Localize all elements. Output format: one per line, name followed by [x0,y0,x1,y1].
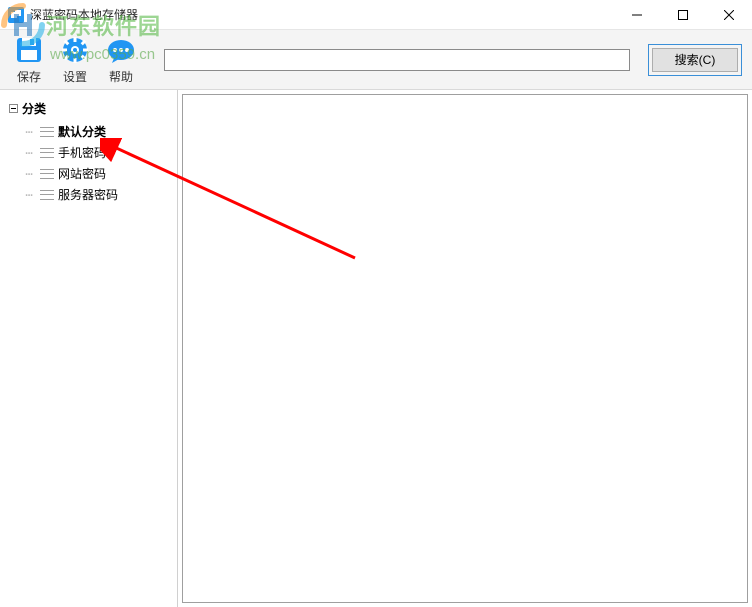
sidebar: 分类 ⋯ 默认分类 ⋯ 手机密码 ⋯ 网站密码 [0,90,178,607]
help-button[interactable]: 帮助 [98,32,144,88]
save-icon [13,34,45,66]
gear-icon [59,34,91,66]
maximize-button[interactable] [660,0,706,30]
save-label: 保存 [17,68,41,85]
category-tree: 分类 ⋯ 默认分类 ⋯ 手机密码 ⋯ 网站密码 [0,98,177,205]
window-title: 深蓝密码本地存储器 [30,6,138,23]
tree-branch-icon: ⋯ [22,188,36,202]
content-list[interactable] [182,94,748,603]
list-icon [40,147,54,159]
settings-button[interactable]: 设置 [52,32,98,88]
tree-item-label: 默认分类 [58,123,106,140]
search-button[interactable]: 搜索(C) [652,48,738,72]
tree-item-label: 网站密码 [58,165,106,182]
save-button[interactable]: 保存 [6,32,52,88]
titlebar: 深蓝密码本地存储器 [0,0,752,30]
tree-item-label: 手机密码 [58,144,106,161]
list-icon [40,168,54,180]
main-area: 分类 ⋯ 默认分类 ⋯ 手机密码 ⋯ 网站密码 [0,90,752,607]
help-icon [105,34,137,66]
tree-branch-icon: ⋯ [22,167,36,181]
tree-branch-icon: ⋯ [22,146,36,160]
tree-item-website[interactable]: ⋯ 网站密码 [22,163,177,184]
list-icon [40,126,54,138]
close-button[interactable] [706,0,752,30]
tree-root-label: 分类 [22,100,46,117]
collapse-icon[interactable] [8,104,18,114]
search-input[interactable] [164,49,630,71]
tree-root-node[interactable]: 分类 [8,98,177,119]
help-label: 帮助 [109,68,133,85]
minimize-button[interactable] [614,0,660,30]
search-button-frame: 搜索(C) [648,44,742,76]
tree-branch-icon: ⋯ [22,125,36,139]
tree-item-phone[interactable]: ⋯ 手机密码 [22,142,177,163]
content-panel [178,90,752,607]
settings-label: 设置 [63,68,87,85]
app-icon [8,7,24,23]
tree-item-server[interactable]: ⋯ 服务器密码 [22,184,177,205]
list-icon [40,189,54,201]
toolbar: 保存 [0,30,752,90]
tree-item-default[interactable]: ⋯ 默认分类 [22,121,177,142]
tree-item-label: 服务器密码 [58,186,118,203]
